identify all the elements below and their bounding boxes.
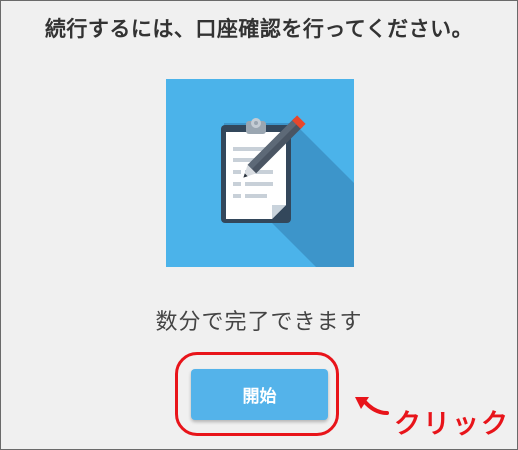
click-annotation: クリック — [394, 409, 510, 440]
arrow-left-icon — [355, 397, 389, 415]
start-button[interactable]: 開始 — [191, 369, 328, 420]
verification-panel: 続行するには、口座確認を行ってください。 数分で完了できます 開始 クリック — [0, 0, 518, 450]
page-heading: 続行するには、口座確認を行ってください。 — [44, 17, 474, 41]
duration-note: 数分で完了できます — [155, 310, 363, 335]
clipboard-with-pen-icon — [166, 79, 354, 267]
